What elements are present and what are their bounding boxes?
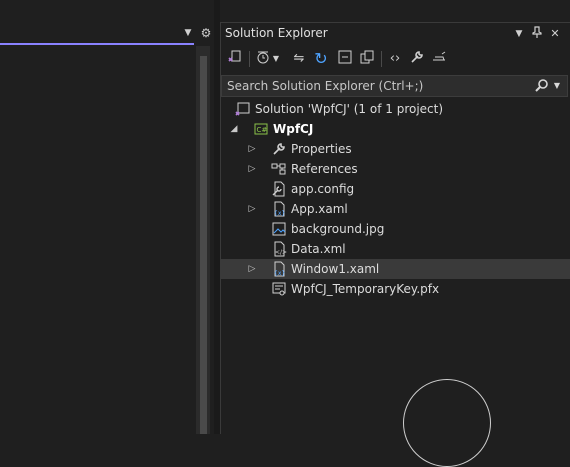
preview-icon[interactable] (429, 49, 449, 69)
svg-text:</>: </> (275, 249, 287, 256)
collapse-all-icon[interactable] (335, 49, 355, 69)
tree-item-temporary-key-pfx[interactable]: WpfCJ_TemporaryKey.pfx (221, 279, 570, 299)
chevron-down-icon[interactable]: ▼ (182, 26, 194, 40)
collapsed-arrow-icon[interactable]: ▷ (247, 199, 257, 219)
tree-item-label: background.jpg (291, 222, 385, 236)
tree-item-label: Window1.xaml (291, 262, 380, 276)
collapsed-arrow-icon[interactable]: ▷ (247, 159, 257, 179)
sync-with-document-icon[interactable]: ⇋ (289, 49, 309, 69)
collapsed-arrow-icon[interactable]: ▷ (247, 259, 257, 279)
certificate-file-icon (271, 281, 287, 297)
solution-explorer-panel: Solution Explorer ▼ ✕ ▼ ⇋ ↻ ‹› Search So… (220, 22, 570, 467)
solution-icon (235, 101, 251, 117)
xml-file-icon: </> (271, 241, 287, 257)
search-icon[interactable] (534, 78, 550, 94)
tree-item-label: WpfCJ_TemporaryKey.pfx (291, 282, 440, 296)
expanded-arrow-icon[interactable]: ◢ (229, 119, 239, 139)
solution-explorer-titlebar: Solution Explorer ▼ ✕ (221, 23, 570, 45)
tree-item-project[interactable]: ◢ C# WpfCJ (221, 119, 570, 139)
toolbar-separator (249, 51, 250, 67)
view-code-icon[interactable]: ‹› (385, 49, 405, 69)
xaml-file-icon: {x} (271, 201, 287, 217)
tree-item-app-config[interactable]: app.config (221, 179, 570, 199)
tree-item-window1-xaml[interactable]: ▷ {x} Window1.xaml (221, 259, 570, 279)
active-tab-indicator (0, 43, 194, 45)
csharp-project-icon: C# (253, 121, 269, 137)
search-input[interactable] (227, 78, 517, 94)
tree-item-references[interactable]: ▷ References (221, 159, 570, 179)
tree-item-label: app.config (291, 182, 355, 196)
pin-icon[interactable] (529, 26, 545, 42)
svg-text:{x}: {x} (274, 210, 285, 217)
collapsed-arrow-icon[interactable]: ▷ (247, 139, 257, 159)
references-icon (271, 161, 287, 177)
toolbar-separator (381, 51, 382, 67)
image-file-icon (271, 221, 287, 237)
tree-item-app-xaml[interactable]: ▷ {x} App.xaml (221, 199, 570, 219)
chevron-down-icon[interactable]: ▼ (271, 49, 281, 69)
switch-views-icon[interactable] (225, 49, 245, 69)
panel-title: Solution Explorer (225, 26, 328, 40)
chevron-down-icon[interactable]: ▼ (552, 79, 562, 93)
search-box: ▼ (221, 75, 568, 97)
editor-scrollbar-thumb[interactable] (200, 56, 207, 434)
tree-item-background-jpg[interactable]: background.jpg (221, 219, 570, 239)
tree-item-label: Properties (291, 142, 352, 156)
tree-item-label: WpfCJ (273, 122, 314, 136)
show-all-files-icon[interactable] (357, 49, 377, 69)
tree-item-label: Data.xml (291, 242, 346, 256)
svg-text:{x}: {x} (274, 270, 285, 277)
solution-explorer-toolbar: ▼ ⇋ ↻ ‹› (221, 47, 570, 71)
cursor-highlight-circle (403, 379, 491, 467)
tree-item-label: App.xaml (291, 202, 348, 216)
config-file-icon (271, 181, 287, 197)
tree-item-data-xml[interactable]: </> Data.xml (221, 239, 570, 259)
close-icon[interactable]: ✕ (547, 26, 563, 42)
xaml-file-icon: {x} (271, 261, 287, 277)
tree-item-solution[interactable]: Solution 'WpfCJ' (1 of 1 project) (221, 99, 570, 119)
tree-item-label: References (291, 162, 358, 176)
tree-item-label: Solution 'WpfCJ' (1 of 1 project) (255, 102, 444, 116)
window-position-icon[interactable]: ▼ (511, 26, 527, 42)
pending-changes-filter-icon[interactable] (253, 49, 273, 69)
svg-text:C#: C# (257, 126, 268, 134)
wrench-icon (271, 141, 287, 157)
gear-icon[interactable]: ⚙ (198, 25, 214, 41)
tree-item-properties[interactable]: ▷ Properties (221, 139, 570, 159)
properties-icon[interactable] (407, 49, 427, 69)
editor-area: ▼ ⚙ (0, 0, 214, 434)
refresh-icon[interactable]: ↻ (311, 49, 331, 69)
